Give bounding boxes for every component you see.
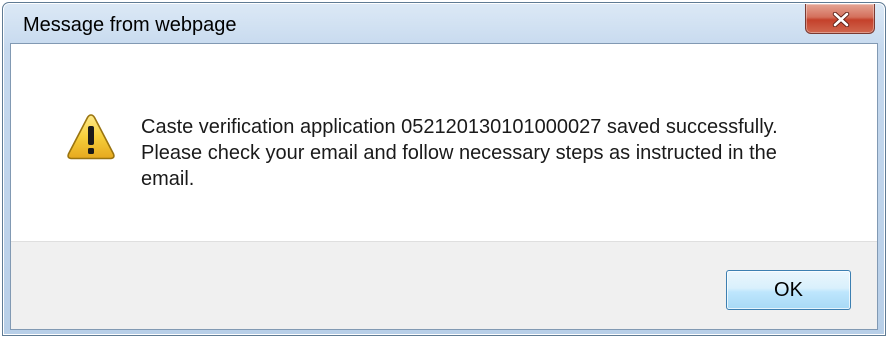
message-dialog: Message from webpage Caste verification …	[2, 2, 886, 336]
dialog-message: Caste verification application 052120130…	[141, 114, 841, 192]
close-icon	[832, 12, 850, 27]
message-line-1: Caste verification application 052120130…	[141, 116, 778, 138]
message-line-2: Please check your email and follow neces…	[141, 142, 777, 164]
dialog-content: Caste verification application 052120130…	[11, 44, 877, 241]
message-line-3: email.	[141, 168, 195, 190]
ok-button[interactable]: OK	[726, 270, 851, 310]
dialog-title-bar[interactable]: Message from webpage	[3, 3, 885, 43]
close-button[interactable]	[805, 4, 875, 34]
warning-icon	[67, 114, 115, 160]
dialog-client-area: Caste verification application 052120130…	[10, 43, 878, 330]
dialog-title: Message from webpage	[23, 14, 237, 36]
dialog-button-bar: OK	[11, 241, 877, 329]
